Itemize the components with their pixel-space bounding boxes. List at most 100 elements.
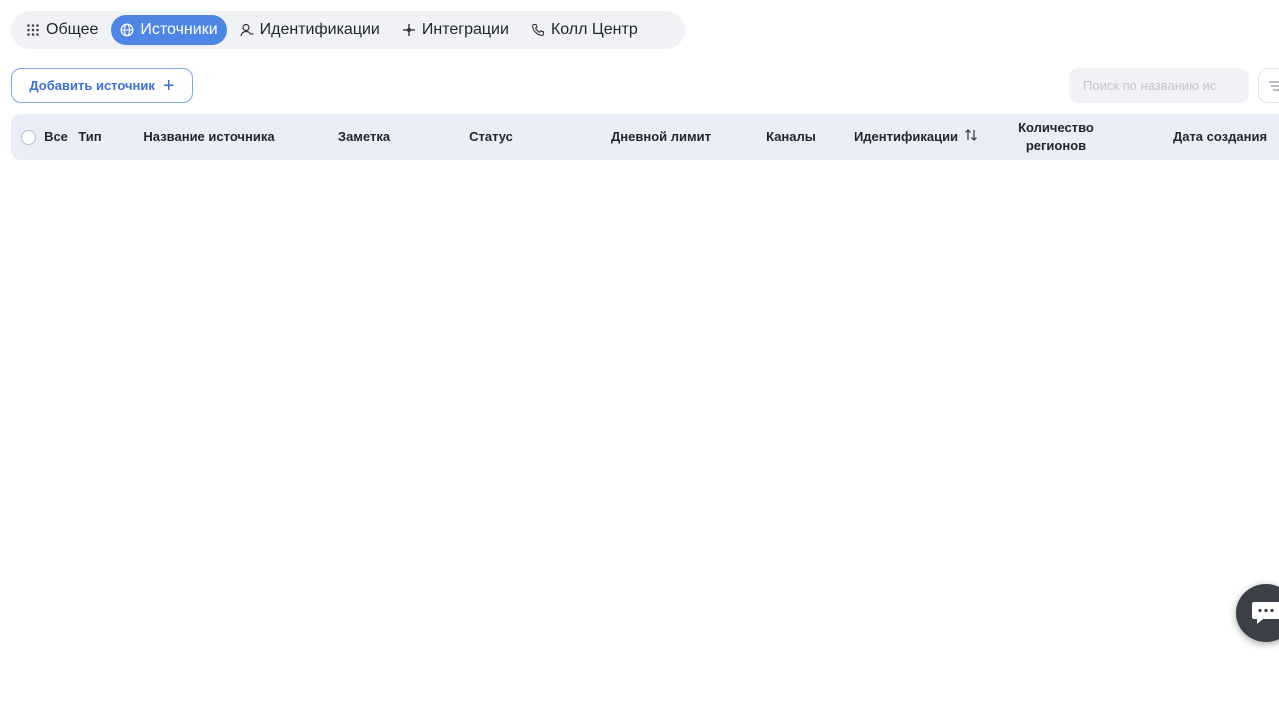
tab-integrations[interactable]: Интеграции: [393, 15, 518, 45]
source-name[interactable]: [147, 539, 265, 555]
tab-call-center[interactable]: Колл Центр: [522, 15, 647, 45]
created-date: 27 Май. 2025 19:53: [1151, 587, 1243, 631]
row-select-radio[interactable]: [21, 664, 36, 679]
row-select-radio[interactable]: [21, 165, 36, 180]
edit-limit-pencil-icon[interactable]: [658, 414, 674, 430]
channel-badge[interactable]: P: [765, 593, 799, 625]
plus-icon: +: [322, 163, 332, 183]
redaction-mark: [167, 352, 257, 368]
add-note-button[interactable]: + Добавить: [313, 533, 409, 561]
edit-limit-pencil-icon[interactable]: [658, 352, 674, 368]
edit-limit-pencil-icon[interactable]: [658, 538, 674, 554]
header-identifications[interactable]: Идентификации: [841, 128, 991, 146]
edit-limit-pencil-icon[interactable]: [658, 601, 674, 617]
created-date-line2: 19:53: [1151, 673, 1189, 691]
source-name[interactable]: [147, 601, 269, 617]
created-date-line1: 27 Май. 2025 в: [1151, 464, 1256, 482]
channel-badge[interactable]: P: [765, 219, 799, 251]
table-row: 33 + Добавить Активен 1 P 7 По всей РФ 27 Май. 2…: [11, 454, 1279, 516]
source-name[interactable]: re: [179, 664, 279, 680]
row-select-radio[interactable]: [21, 290, 36, 305]
status-toggle[interactable]: [430, 350, 464, 369]
source-name[interactable]: [161, 290, 261, 306]
source-name[interactable]: [165, 352, 257, 368]
add-note-button[interactable]: + Добавить: [313, 284, 409, 312]
row-select-radio[interactable]: [21, 601, 36, 616]
status-toggle[interactable]: [430, 225, 464, 244]
plus-icon: +: [322, 537, 332, 557]
edit-region-pencil-icon[interactable]: [1105, 476, 1121, 492]
source-name[interactable]: [145, 165, 267, 181]
edit-limit-pencil-icon[interactable]: [658, 227, 674, 243]
channel-badge[interactable]: P: [765, 406, 799, 438]
status-toggle[interactable]: [430, 288, 464, 307]
edit-region-pencil-icon[interactable]: [1105, 227, 1121, 243]
select-all-radio[interactable]: [21, 130, 36, 145]
identifications-link[interactable]: 7: [908, 538, 916, 555]
link-type-icon: [74, 283, 104, 313]
add-note-button[interactable]: + Добавить: [313, 471, 409, 499]
edit-region-pencil-icon[interactable]: [1105, 289, 1121, 305]
identifications-link[interactable]: 2: [908, 164, 916, 181]
identifications-link[interactable]: 7: [908, 476, 916, 493]
tab-general[interactable]: Общее: [17, 15, 107, 45]
row-select-radio[interactable]: [21, 227, 36, 242]
add-note-button[interactable]: + Добавить: [313, 658, 409, 686]
channel-badge[interactable]: P: [765, 531, 799, 563]
source-name[interactable]: [155, 227, 255, 243]
link-type-icon: [74, 657, 104, 687]
search-input[interactable]: [1069, 68, 1249, 103]
channel-badge[interactable]: P: [765, 282, 799, 314]
status-toggle[interactable]: [430, 163, 464, 182]
edit-limit-pencil-icon[interactable]: [658, 663, 674, 679]
identifications-link[interactable]: 3: [908, 226, 916, 243]
channel-badge[interactable]: P: [765, 344, 799, 376]
row-select-radio[interactable]: [21, 352, 36, 367]
add-source-button[interactable]: Добавить источник +: [11, 68, 193, 103]
edit-region-pencil-icon[interactable]: [1105, 601, 1121, 617]
add-note-button[interactable]: + Добавить: [313, 408, 409, 436]
plus-icon: +: [322, 225, 332, 245]
filter-button[interactable]: [1258, 68, 1279, 103]
identifications-link[interactable]: 7: [908, 663, 916, 680]
status-toggle[interactable]: [430, 537, 464, 556]
edit-region-pencil-icon[interactable]: [1105, 165, 1121, 181]
redaction-mark: [157, 477, 267, 493]
tab-sources[interactable]: Источники: [111, 15, 227, 45]
edit-limit-pencil-icon[interactable]: [658, 165, 674, 181]
identifications-link[interactable]: 5: [908, 351, 916, 368]
tab-identifications[interactable]: Идентификации: [231, 15, 389, 45]
channel-badge[interactable]: P: [765, 157, 799, 189]
status-toggle[interactable]: [430, 412, 464, 431]
header-daily-limit: Дневной лимит: [611, 129, 711, 144]
source-name[interactable]: [141, 414, 273, 430]
status-toggle[interactable]: [443, 475, 477, 494]
identifications-link[interactable]: 3: [908, 289, 916, 306]
chat-button[interactable]: [1236, 584, 1279, 642]
channel-badge[interactable]: P: [765, 656, 799, 688]
edit-limit-pencil-icon[interactable]: [658, 289, 674, 305]
row-select-radio[interactable]: [21, 477, 36, 492]
source-name[interactable]: [155, 477, 267, 493]
add-note-button[interactable]: + Добавить: [313, 221, 409, 249]
add-note-button[interactable]: + Добавить: [313, 346, 409, 374]
edit-region-pencil-icon[interactable]: [1105, 414, 1121, 430]
redaction-mark: [149, 539, 265, 555]
edit-region-pencil-icon[interactable]: [1105, 352, 1121, 368]
edit-limit-pencil-icon[interactable]: [658, 476, 674, 492]
identifications-link[interactable]: 7: [908, 600, 916, 617]
add-note-button[interactable]: + Добавить: [313, 159, 409, 187]
row-select-radio[interactable]: [21, 414, 36, 429]
identifications-link[interactable]: 5: [908, 413, 916, 430]
status-toggle[interactable]: [430, 662, 464, 681]
edit-region-pencil-icon[interactable]: [1105, 663, 1121, 679]
section-tabs: Общее Источники Идентификации Интеграции…: [11, 11, 685, 49]
channel-badge[interactable]: P: [765, 469, 799, 501]
status-label: Остановлен: [472, 226, 556, 243]
add-note-button[interactable]: + Добавить: [313, 595, 409, 623]
row-select-radio[interactable]: [21, 539, 36, 554]
status-toggle[interactable]: [430, 599, 464, 618]
header-name: Название источника: [143, 129, 275, 144]
created-date: 27 Май. 2025 в 19:53: [1151, 338, 1255, 382]
edit-region-pencil-icon[interactable]: [1105, 538, 1121, 554]
